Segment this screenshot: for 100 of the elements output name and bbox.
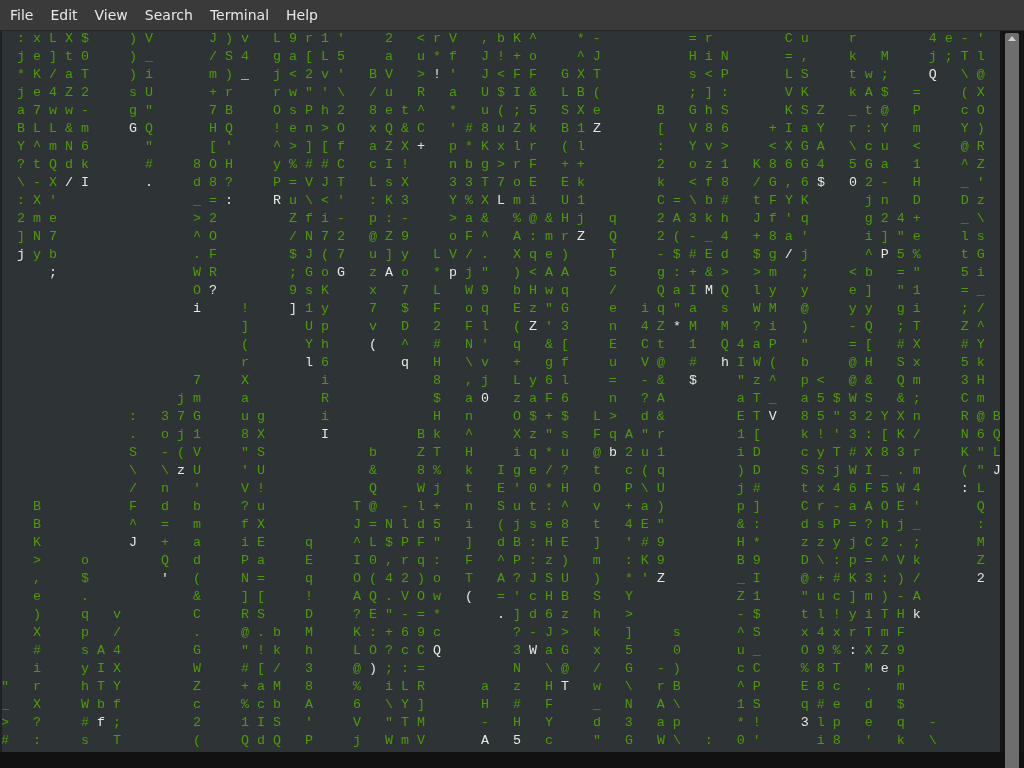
terminal-text: X Z 9 [864, 643, 905, 658]
menu-item[interactable]: Help [278, 3, 326, 27]
highlighted-character: J [992, 463, 1000, 478]
highlighted-character: ( [464, 589, 473, 604]
highlighted-character: / [784, 247, 793, 262]
terminal-text: 7 X i 8 , j L y 6 l = - & [192, 373, 665, 388]
highlighted-character: A [384, 265, 393, 280]
terminal-text: o * [400, 265, 441, 280]
terminal-text: a G x 5 0 u _ O 9 % [544, 643, 841, 658]
terminal-text: ( Y h [240, 337, 329, 352]
terminal-text: > ? # [2, 715, 89, 730]
terminal-text: 3 [512, 643, 521, 658]
terminal-text: j " ) < A A 5 g : + & > > m ; < b = " 5 i [464, 265, 985, 280]
terminal-text: B k ^ X z " s F q A " r 1 [ k ! ' 3 : [ K / N 6 Q [416, 427, 1000, 442]
terminal-text: M M ? i ) - Q ; T Z ^ [688, 319, 985, 334]
highlighted-character: $ [816, 175, 825, 190]
highlighted-character: f [97, 715, 105, 730]
terminal-text: B L L & m [17, 121, 89, 136]
terminal-text: Q H Q ! e n > O x Q & C ' # 8 u Z k B 1 [145, 121, 585, 136]
terminal-text: d 8 ? P = V J T L s X 3 3 T 7 o E E k k < f 8 / G , 6 [193, 175, 809, 190]
highlighted-character: Z [592, 121, 601, 136]
terminal-text: ; : = N \ @ / G - ) c C % 8 T M [384, 661, 873, 676]
highlighted-character: + [416, 139, 425, 154]
terminal-text: I W ( b @ H S x 5 k [736, 355, 985, 370]
scrollbar-thumb[interactable] [1005, 33, 1019, 768]
terminal-text: U ' U & 8 % k I g e / ? t c ( q ) D S S j W I _ . m ( " [193, 463, 985, 478]
terminal-text: + a i E q ^ L $ P F " ] d B : H E ] ' # 9 H * z z y j C 2 . ; M [161, 535, 985, 550]
highlighted-character: 3 [800, 715, 809, 730]
scroll-up-icon[interactable] [1008, 36, 1016, 41]
highlighted-character: i [192, 301, 201, 316]
menu-item[interactable]: Terminal [201, 3, 278, 27]
highlighted-character: q [400, 355, 409, 370]
terminal-text: c " G W \ : 0 ' i 8 ' k \ [544, 733, 937, 748]
highlighted-character: z [177, 463, 185, 478]
terminal-text: j e 4 Z 2 s U + r r w " ' \ / u R a U $ I & L B ( ; ] : V K k A $ = ( X [17, 85, 985, 100]
highlighted-character: 5 [512, 733, 521, 748]
terminal-text: u \ < ' : K 3 Y % X [288, 193, 489, 208]
highlighted-character: M [704, 283, 713, 298]
highlighted-character: ( [368, 337, 377, 352]
terminal-text: S - ( V " S b Z T H i q * u @ [129, 445, 601, 460]
terminal-text: p * K x l r ( l : Y v > < X G A \ c u < @ R [448, 139, 985, 154]
highlighted-character: b [608, 445, 617, 460]
terminal-text: X p / . @ . b M K : + 6 9 c ? - J > k ] s ^ S x 4 x r T m F [33, 625, 905, 640]
terminal-text: 1 y 7 $ F o q E z " G e i q " a s W M @ y y g i ; / [304, 301, 985, 316]
terminal-text: m i U 1 C = \ b # t F Y K j n D D z [512, 193, 985, 208]
terminal-text: # s A 4 G " ! k h L O ? c C [33, 643, 425, 658]
terminal-text: j e ] t 0 ) _ / S 4 g a [ L 5 a u * f J ! + o ^ J H i N = , k M j ; T l [17, 49, 985, 64]
terminal-text: j m a R $ a [176, 391, 473, 406]
terminal-text: / n ' V ! Q W j t E ' 0 * H O P \ U j # t x 4 6 F 5 W 4 [129, 481, 921, 496]
menu-item[interactable]: Search [136, 3, 201, 27]
terminal-text: p [896, 661, 905, 676]
terminal-text: \ @ [960, 67, 985, 82]
menu-item[interactable]: View [86, 3, 136, 27]
highlighted-character: / I [65, 175, 89, 190]
highlighted-character: Q [432, 643, 441, 658]
highlighted-character: k [912, 607, 921, 622]
terminal-text: Q 2 ( - _ 4 + 8 a ' i ] " e l s [608, 229, 985, 244]
terminal-text: , $ [33, 571, 89, 586]
terminal-text: \ - X [17, 175, 57, 190]
menu-item[interactable]: Edit [42, 3, 86, 27]
terminal-text: ; 2 1 I S ' V " T M - H Y d 3 a p * ! [113, 715, 761, 730]
terminal-text: = ' c H B S Y Z 1 " u c ] m ) - A [496, 589, 921, 604]
highlighted-character: j [17, 247, 25, 262]
menu-item[interactable]: File [2, 3, 42, 27]
terminal-text: ' J < F F G X T s < P L S t w ; [448, 67, 889, 82]
terminal-text: i y I X W # [ / 3 @ [33, 661, 361, 676]
terminal-text: " r h T Y Z + a M 8 % i L R a z H [2, 679, 553, 694]
highlighted-character: p [448, 265, 457, 280]
highlighted-character: R [272, 193, 281, 208]
terminal-text: : X ' _ = [17, 193, 217, 208]
terminal-text: " z ^ p < @ & Q m 3 H [736, 373, 985, 388]
terminal-text: B ^ = m f X J = N l d 5 i ( j s e 8 t 4 E " & : d s P = ? h j _ : [33, 517, 985, 532]
terminal-text: > o Q d P a E I 0 , r q : F ^ P : z ) m : K 9 B 9 D \ : p = ^ V k Z [33, 553, 985, 568]
highlighted-character: 2 [976, 571, 985, 586]
highlighted-character: ! [432, 67, 441, 82]
highlighted-character: G [129, 121, 137, 136]
terminal-text: 6 [320, 355, 329, 370]
highlighted-character: h [720, 355, 729, 370]
highlighted-character: l [304, 355, 313, 370]
terminal-text: ? t Q d k # 8 O H y % # # C c I ! n b g > r F + + 2 o z 1 K 8 6 G 4 5 G a 1 ^ Z [17, 157, 985, 172]
highlighted-character: ? [208, 283, 217, 298]
terminal-text: Q l y y e ] " 1 = _ [720, 283, 985, 298]
terminal-text: B F d b ? u T @ - l + n S u t : ^ v + a ) p ] C r - a A O E ' Q [33, 499, 985, 514]
highlighted-character: $ [688, 373, 697, 388]
terminal-text: z a F 6 n ? A a T _ a 5 $ W S & ; C m [512, 391, 985, 406]
highlighted-character: I [320, 427, 329, 442]
terminal-text: ] U p v D 2 F l ( [240, 319, 521, 334]
highlighted-character: Q [928, 67, 937, 82]
terminal-text: O [192, 283, 201, 298]
terminal-text: j < 2 v ' B V > [272, 67, 425, 82]
terminal-text: 2 m e > 2 Z f i - p : - > a & % @ & H j q 2 A 3 k h J f ' q g 2 4 + _ \ [17, 211, 985, 226]
terminal-text: W R ; G o [193, 265, 329, 280]
terminal-text: 9 s K x 7 L W 9 b H w q / Q a I [288, 283, 697, 298]
highlighted-character: Z [656, 571, 665, 586]
highlighted-character: * [672, 319, 681, 334]
terminal-text: ] d 6 z h > - $ t l ! y i T H [512, 607, 905, 622]
highlighted-character: W [528, 643, 537, 658]
terminal-text: \ \ [129, 463, 169, 478]
highlighted-character: L [496, 193, 505, 208]
highlighted-character: ] [288, 301, 297, 316]
